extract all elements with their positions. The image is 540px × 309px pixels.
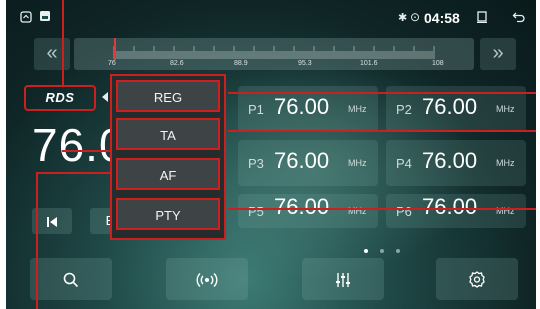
- page-dot[interactable]: [364, 249, 368, 253]
- location-icon: ⊙: [410, 10, 421, 24]
- rds-logo[interactable]: RDS: [24, 85, 96, 111]
- menu-item-reg[interactable]: REG: [116, 80, 220, 112]
- scale-label: 88.9: [234, 60, 248, 67]
- callout-line: [228, 92, 536, 94]
- preset-label: P5: [248, 204, 264, 219]
- preset-frequency: 76.00: [422, 194, 478, 219]
- preset-frequency: 76.00: [274, 194, 330, 219]
- search-icon: [63, 269, 79, 289]
- scale-label: 108: [432, 60, 444, 67]
- window-icon[interactable]: [476, 11, 488, 25]
- skip-previous-icon: [46, 213, 58, 228]
- preset-unit: MHz: [496, 158, 515, 168]
- callout-line: [36, 172, 112, 174]
- scale-label: 76: [108, 60, 116, 67]
- scale-label: 82.6: [170, 60, 184, 67]
- preset-frequency: 76.00: [422, 94, 478, 119]
- preset-unit: MHz: [348, 104, 367, 114]
- back-arrow-icon[interactable]: [512, 11, 526, 25]
- search-button[interactable]: [30, 258, 112, 300]
- preset-frequency: 76.00: [274, 148, 330, 173]
- menu-item-pty[interactable]: PTY: [116, 198, 220, 230]
- preset-button[interactable]: P3 76.00 MHz: [238, 140, 378, 186]
- menu-item-ta[interactable]: TA: [116, 118, 220, 150]
- menu-item-af[interactable]: AF: [116, 158, 220, 190]
- callout-line: [228, 208, 536, 210]
- callout-line: [228, 130, 536, 132]
- frequency-scale[interactable]: 76 82.6 88.9 95.3 101.6 108: [74, 38, 474, 70]
- preset-frequency: 76.00: [422, 148, 478, 173]
- status-bar: ✱ ⊙ 04:58: [6, 0, 536, 34]
- preset-label: P2: [396, 102, 412, 117]
- equalizer-icon: [335, 269, 351, 289]
- radio-screen: ✱ ⊙ 04:58 « 76 82.6 88.9 95.3 101.6 108 …: [6, 0, 536, 309]
- tuning-needle[interactable]: [114, 38, 116, 60]
- menu-caret: [102, 92, 108, 102]
- callout-line: [62, 0, 64, 86]
- preset-label: P4: [396, 156, 412, 171]
- clock: 04:58: [424, 10, 460, 26]
- radio-button[interactable]: [166, 258, 248, 300]
- preset-label: P6: [396, 204, 412, 219]
- preset-button[interactable]: P6 76.00 MHz: [386, 194, 526, 228]
- seek-forward-button[interactable]: »: [480, 38, 516, 70]
- scale-label: 101.6: [360, 60, 378, 67]
- settings-button[interactable]: [436, 258, 518, 300]
- page-indicator: [358, 240, 406, 258]
- home-icon[interactable]: [20, 11, 32, 25]
- preset-button[interactable]: P5 76.00 MHz: [238, 194, 378, 228]
- radio-signal-icon: [196, 269, 218, 289]
- scale-label: 95.3: [298, 60, 312, 67]
- rds-logo-text: RDS: [45, 90, 75, 105]
- callout-line: [36, 172, 38, 309]
- gear-icon: [468, 269, 486, 289]
- page-dot[interactable]: [380, 249, 384, 253]
- preset-frequency: 76.00: [274, 94, 330, 119]
- scale-ticks: [113, 46, 435, 59]
- equalizer-button[interactable]: [302, 258, 384, 300]
- rds-options-menu: REG TA AF PTY: [110, 74, 226, 240]
- preset-label: P1: [248, 102, 264, 117]
- seek-back-button[interactable]: «: [34, 38, 70, 70]
- preset-label: P3: [248, 156, 264, 171]
- bluetooth-icon: ✱: [398, 12, 408, 24]
- previous-station-button[interactable]: [32, 208, 72, 234]
- preset-unit: MHz: [348, 158, 367, 168]
- preset-unit: MHz: [496, 104, 515, 114]
- preset-button[interactable]: P4 76.00 MHz: [386, 140, 526, 186]
- page-dot[interactable]: [396, 249, 400, 253]
- notification-icon: [40, 11, 50, 23]
- callout-line: [62, 150, 112, 152]
